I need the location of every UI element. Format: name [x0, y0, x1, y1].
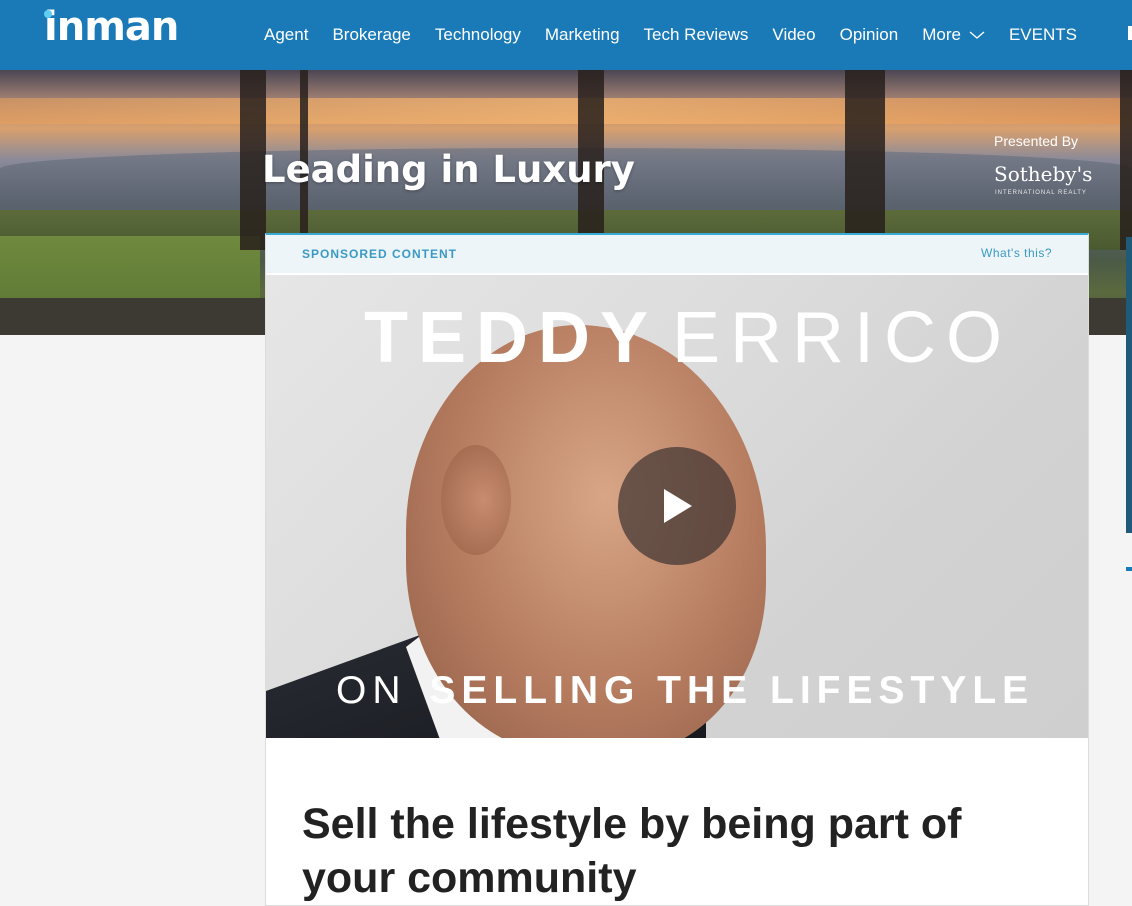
nav-overflow-item	[1128, 26, 1132, 40]
page-title: Leading in Luxury	[262, 148, 635, 191]
presented-by-label: Presented By	[994, 133, 1079, 149]
window-frame	[845, 70, 885, 250]
right-sidebar-accent	[1126, 567, 1132, 571]
sponsored-content-label: SPONSORED CONTENT	[302, 247, 458, 261]
nav-technology[interactable]: Technology	[435, 25, 521, 45]
video-subtitle-main: SELLING THE LIFESTYLE	[429, 669, 1035, 712]
window-frame	[1120, 70, 1132, 250]
video-title-last: ERRICO	[672, 298, 1013, 378]
hero-lawn	[0, 236, 260, 306]
nav-more-label: More	[922, 25, 961, 44]
nav-agent[interactable]: Agent	[264, 25, 308, 45]
article-headline[interactable]: Sell the lifestyle by being part of your…	[302, 797, 1062, 905]
nav-video[interactable]: Video	[772, 25, 815, 45]
nav-technology-label: Technology	[434, 25, 521, 44]
video-title: TEDDY ERRICO	[364, 297, 1004, 379]
nav-tech-reviews[interactable]: Tech Reviews	[644, 25, 749, 45]
chevron-down-icon	[969, 31, 985, 39]
nav-video-label: Video	[772, 25, 816, 44]
logo-dot	[44, 10, 52, 18]
play-button[interactable]	[618, 447, 736, 565]
nav-marketing[interactable]: Marketing	[545, 25, 620, 45]
top-navigation: inman Agent Brokerage Technology Marketi…	[0, 0, 1132, 70]
inman-logo[interactable]: inman	[44, 4, 179, 50]
nav-brokerage[interactable]: Brokerage	[332, 25, 410, 45]
sponsored-content-bar: SPONSORED CONTENT What's this?	[266, 235, 1088, 273]
sothebys-logo-subtitle: INTERNATIONAL REALTY	[995, 190, 1087, 196]
nav-more-dropdown[interactable]: More	[922, 25, 985, 45]
sponsored-article-card: SPONSORED CONTENT What's this? TEDDY ERRI…	[265, 233, 1089, 906]
nav-opinion-label: Opinion	[839, 25, 899, 44]
nav-agent-label: Agent	[264, 25, 309, 44]
video-subtitle: ON SELLING THE LIFESTYLE	[336, 669, 1034, 713]
video-thumbnail-ear	[441, 445, 511, 555]
sothebys-logo[interactable]: Sotheby's	[994, 162, 1092, 186]
video-title-first: TEDDY	[364, 298, 659, 378]
nav-brokerage-label: Brokerage	[332, 25, 411, 44]
hero-sky	[0, 98, 1132, 124]
video-subtitle-prefix: ON	[336, 669, 407, 712]
play-icon	[664, 489, 692, 523]
nav-events[interactable]: EVENTS	[1009, 25, 1077, 45]
nav-marketing-label: Marketing	[544, 25, 620, 44]
nav-tech-reviews-label: Tech Reviews	[643, 25, 749, 44]
nav-events-label: EVENTS	[1008, 25, 1077, 44]
video-player[interactable]: TEDDY ERRICO ON SELLING THE LIFESTYLE	[266, 275, 1088, 738]
nav-opinion[interactable]: Opinion	[840, 25, 899, 45]
main-menu: Agent Brokerage Technology Marketing Tec…	[264, 0, 1101, 70]
right-sidebar-edge	[1126, 237, 1132, 533]
whats-this-link[interactable]: What's this?	[981, 246, 1052, 260]
